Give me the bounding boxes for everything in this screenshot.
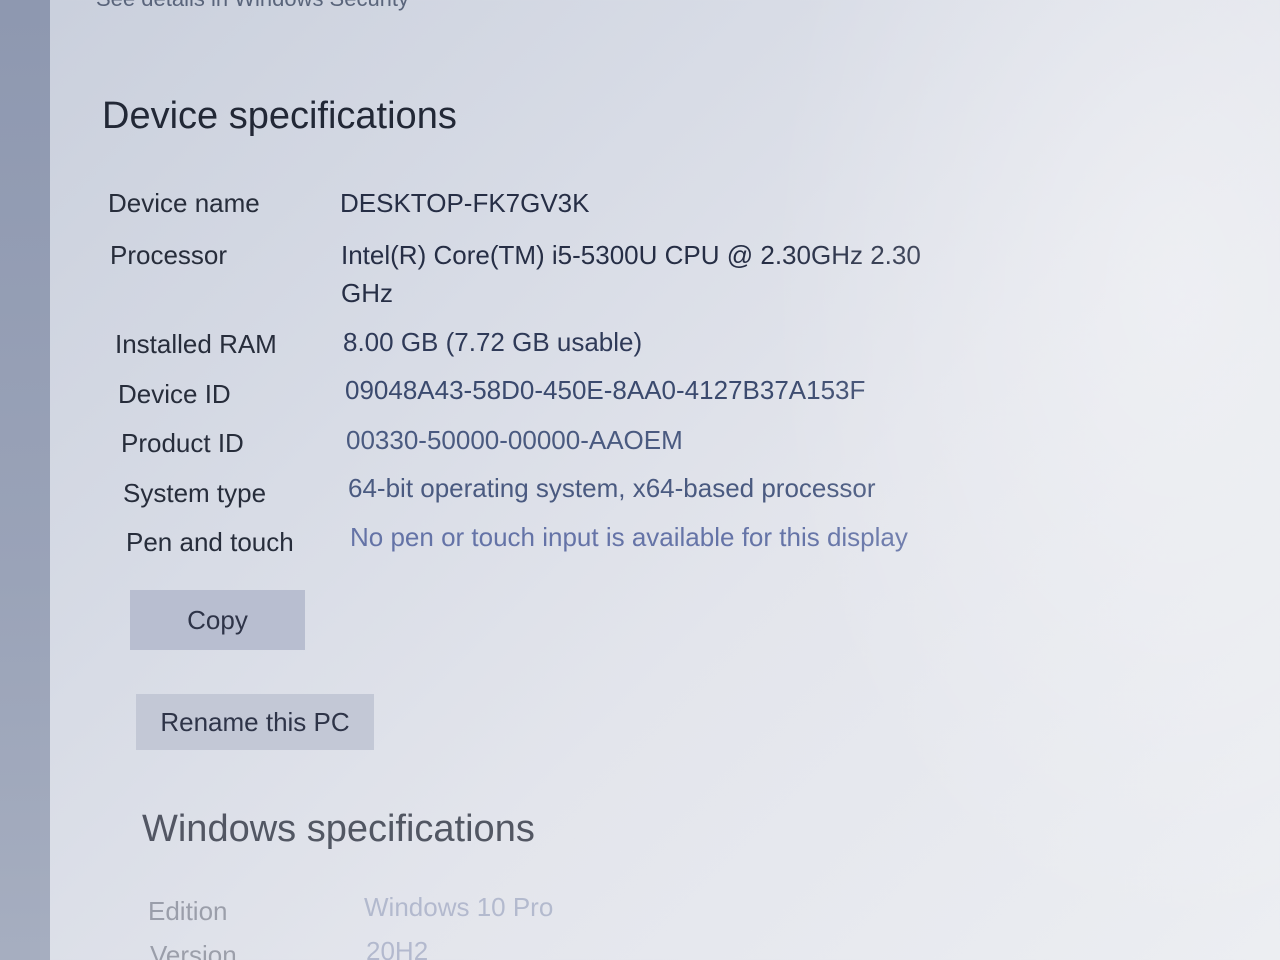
device-name-label: Device name bbox=[108, 188, 260, 218]
processor-value: Intel(R) Core(TM) i5-5300U CPU @ 2.30GHz… bbox=[341, 240, 921, 308]
installed-ram-label: Installed RAM bbox=[115, 329, 277, 359]
system-type-label: System type bbox=[123, 478, 267, 508]
edition-label: Edition bbox=[148, 896, 228, 926]
copy-button-label: Copy bbox=[187, 604, 248, 635]
copy-button[interactable]: Copy bbox=[130, 590, 305, 650]
product-id-label: Product ID bbox=[121, 428, 244, 458]
device-name-value: DESKTOP-FK7GV3K bbox=[340, 188, 590, 218]
windows-security-link[interactable]: See details in Windows Security bbox=[96, 0, 409, 12]
device-id-label: Device ID bbox=[118, 379, 231, 409]
device-specifications-title: Device specifications bbox=[102, 95, 457, 137]
system-type-value: 64-bit operating system, x64-based proce… bbox=[348, 473, 876, 503]
pen-touch-label: Pen and touch bbox=[126, 527, 294, 557]
pen-touch-value: No pen or touch input is available for t… bbox=[350, 522, 908, 552]
windows-specifications-title: Windows specifications bbox=[142, 808, 535, 850]
version-value: 20H2 bbox=[366, 936, 429, 960]
device-id-value: 09048A43-58D0-450E-8AA0-4127B37A153F bbox=[345, 375, 866, 405]
installed-ram-value: 8.00 GB (7.72 GB usable) bbox=[343, 327, 643, 357]
rename-pc-button[interactable]: Rename this PC bbox=[136, 694, 374, 750]
product-id-value: 00330-50000-00000-AAOEM bbox=[346, 425, 683, 455]
version-label: Version bbox=[150, 940, 237, 960]
processor-label: Processor bbox=[110, 240, 228, 270]
edition-value: Windows 10 Pro bbox=[364, 892, 554, 922]
rename-pc-button-label: Rename this PC bbox=[160, 706, 350, 737]
left-navigation-strip bbox=[0, 0, 50, 960]
